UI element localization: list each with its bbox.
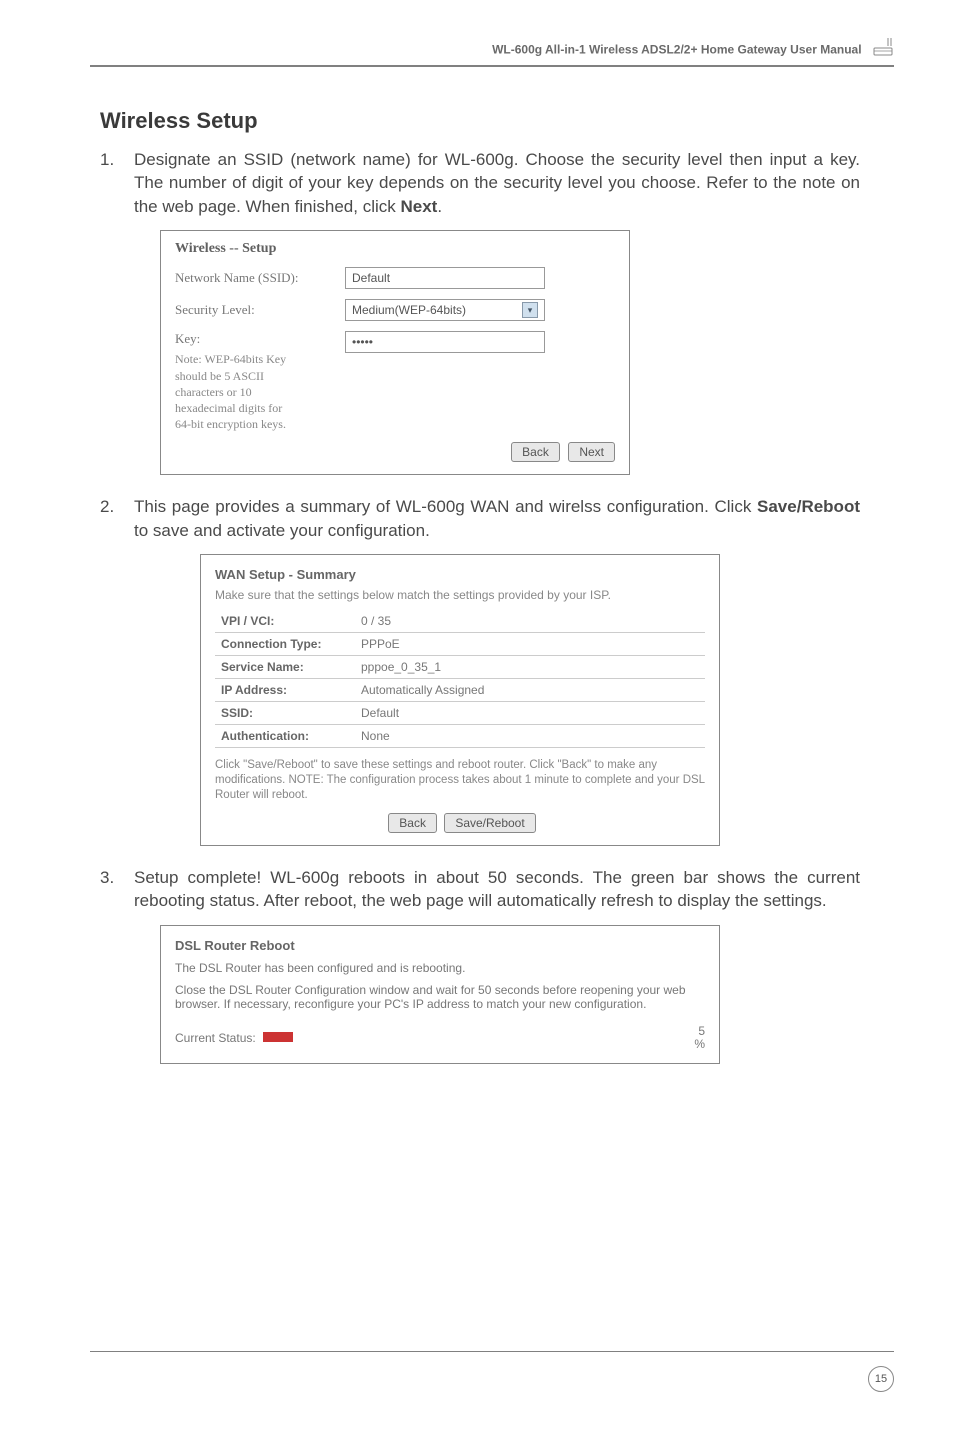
security-level-value: Medium(WEP-64bits): [352, 303, 466, 317]
wan-summary-panel: WAN Setup - Summary Make sure that the s…: [200, 554, 720, 846]
step-number: 1.: [100, 148, 134, 218]
row-val: Automatically Assigned: [355, 679, 705, 702]
row-key: VPI / VCI:: [215, 610, 355, 633]
table-row: IP Address:Automatically Assigned: [215, 679, 705, 702]
network-name-label: Network Name (SSID):: [175, 270, 345, 286]
key-value: •••••: [352, 335, 373, 349]
network-name-input[interactable]: Default: [345, 267, 545, 289]
row-key: Authentication:: [215, 725, 355, 748]
save-reboot-button[interactable]: Save/Reboot: [444, 813, 535, 833]
chevron-down-icon[interactable]: ▾: [522, 302, 538, 318]
table-row: Authentication:None: [215, 725, 705, 748]
table-row: VPI / VCI:0 / 35: [215, 610, 705, 633]
panel-note: Click "Save/Reboot" to save these settin…: [215, 758, 705, 803]
step-bold: Save/Reboot: [757, 497, 860, 516]
key-input[interactable]: •••••: [345, 331, 545, 353]
table-row: SSID:Default: [215, 702, 705, 725]
step-bold: Next: [400, 197, 437, 216]
step-text-a: Designate an SSID (network name) for WL-…: [134, 150, 860, 216]
router-icon: [872, 38, 894, 61]
section-title: Wireless Setup: [100, 108, 860, 134]
row-key: IP Address:: [215, 679, 355, 702]
reboot-line1: The DSL Router has been configured and i…: [175, 961, 705, 975]
back-button[interactable]: Back: [511, 442, 560, 462]
step-number: 3.: [100, 866, 134, 913]
back-button[interactable]: Back: [388, 813, 437, 833]
reboot-line2: Close the DSL Router Configuration windo…: [175, 983, 705, 1011]
percent-symbol: %: [694, 1038, 705, 1051]
row-val: None: [355, 725, 705, 748]
row-key: SSID:: [215, 702, 355, 725]
step-text: Designate an SSID (network name) for WL-…: [134, 148, 860, 218]
summary-table: VPI / VCI:0 / 35 Connection Type:PPPoE S…: [215, 610, 705, 748]
panel-title: Wireless -- Setup: [175, 241, 615, 257]
status-label-wrap: Current Status:: [175, 1031, 293, 1045]
panel-intro: Make sure that the settings below match …: [215, 588, 705, 602]
current-status-label: Current Status:: [175, 1031, 256, 1045]
row-val: 0 / 35: [355, 610, 705, 633]
row-val: Default: [355, 702, 705, 725]
step-3: 3. Setup complete! WL-600g reboots in ab…: [100, 866, 860, 913]
wireless-setup-panel: Wireless -- Setup Network Name (SSID): D…: [160, 230, 630, 475]
step-2: 2. This page provides a summary of WL-60…: [100, 495, 860, 542]
screenshot-1-wrap: Wireless -- Setup Network Name (SSID): D…: [160, 230, 860, 475]
key-note: Note: WEP-64bits Key should be 5 ASCII c…: [175, 351, 295, 432]
row-val: PPPoE: [355, 633, 705, 656]
step-text-b: to save and activate your configuration.: [134, 521, 430, 540]
panel-title: WAN Setup - Summary: [215, 567, 705, 582]
next-button[interactable]: Next: [568, 442, 615, 462]
reboot-panel: DSL Router Reboot The DSL Router has bee…: [160, 925, 720, 1064]
page-number: 15: [868, 1366, 894, 1392]
step-text-b: .: [437, 197, 442, 216]
network-name-value: Default: [352, 271, 390, 285]
footer-rule: [90, 1351, 894, 1352]
screenshot-3-wrap: DSL Router Reboot The DSL Router has bee…: [160, 925, 860, 1064]
step-number: 2.: [100, 495, 134, 542]
content-area: Wireless Setup 1. Designate an SSID (net…: [100, 108, 860, 1084]
screenshot-2-wrap: WAN Setup - Summary Make sure that the s…: [200, 554, 860, 846]
table-row: Connection Type:PPPoE: [215, 633, 705, 656]
header-title: WL-600g All-in-1 Wireless ADSL2/2+ Home …: [492, 43, 861, 57]
progress-bar: [263, 1032, 293, 1042]
progress-percent: 5 %: [694, 1025, 705, 1051]
step-text: Setup complete! WL-600g reboots in about…: [134, 866, 860, 913]
key-label: Key:: [175, 331, 345, 347]
step-text-a: This page provides a summary of WL-600g …: [134, 497, 757, 516]
panel-title: DSL Router Reboot: [175, 938, 705, 953]
header-bar: WL-600g All-in-1 Wireless ADSL2/2+ Home …: [90, 38, 894, 67]
step-text-a: Setup complete! WL-600g reboots in about…: [134, 868, 860, 910]
row-key: Connection Type:: [215, 633, 355, 656]
step-1: 1. Designate an SSID (network name) for …: [100, 148, 860, 218]
step-text: This page provides a summary of WL-600g …: [134, 495, 860, 542]
security-level-label: Security Level:: [175, 302, 345, 318]
row-key: Service Name:: [215, 656, 355, 679]
table-row: Service Name:pppoe_0_35_1: [215, 656, 705, 679]
row-val: pppoe_0_35_1: [355, 656, 705, 679]
security-level-select[interactable]: Medium(WEP-64bits) ▾: [345, 299, 545, 321]
